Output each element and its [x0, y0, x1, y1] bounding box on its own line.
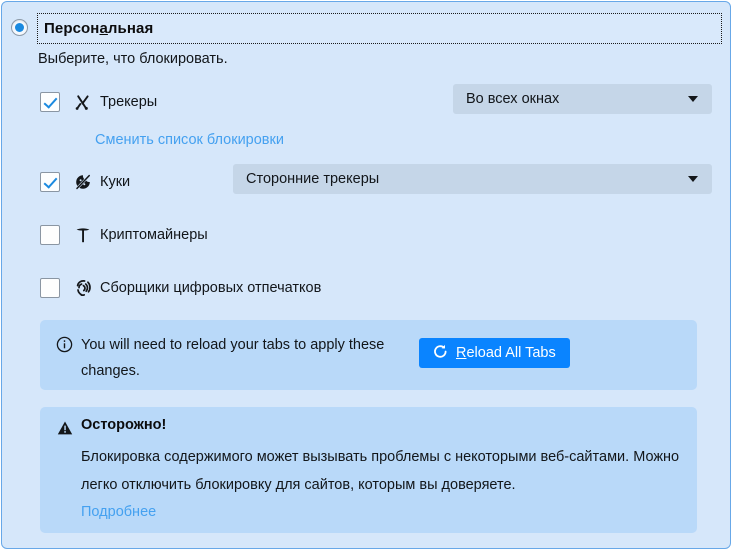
title-accesskey: а — [99, 20, 108, 37]
fingerprint-icon — [70, 278, 96, 298]
chevron-down-icon — [688, 96, 698, 102]
info-circle-icon — [56, 336, 73, 353]
learn-more-link[interactable]: Подробнее — [81, 504, 156, 520]
option-label-fingerprinters: Сборщики цифровых отпечатков — [100, 280, 322, 296]
cookies-scope-dropdown[interactable]: Сторонние трекеры — [233, 164, 712, 194]
warning-triangle-icon — [57, 420, 73, 436]
warning-title: Осторожно! — [81, 417, 167, 433]
cookies-scope-value: Сторонние трекеры — [246, 171, 380, 187]
reload-icon — [432, 343, 449, 364]
option-row-trackers[interactable]: Трекеры — [40, 90, 157, 114]
chevron-down-icon — [688, 176, 698, 182]
warning-box: Осторожно! Блокировка содержимого может … — [40, 407, 697, 533]
radio-dot — [15, 23, 24, 32]
reload-notice-text: You will need to reload your tabs to app… — [81, 337, 385, 379]
panel-subtitle: Выберите, что блокировать. — [38, 51, 228, 67]
reload-all-tabs-label: Reload All Tabs — [456, 345, 556, 361]
cookie-blocked-icon — [70, 172, 96, 192]
pickaxe-icon — [70, 225, 96, 245]
mode-title-focus-box[interactable]: Персональная — [37, 13, 722, 44]
warning-body: Блокировка содержимого может вызывать пр… — [81, 449, 680, 493]
checkbox-cryptominers[interactable] — [40, 225, 60, 245]
option-label-trackers: Трекеры — [100, 94, 158, 110]
checkbox-trackers[interactable] — [40, 92, 60, 112]
trackers-scope-dropdown[interactable]: Во всех окнах — [453, 84, 712, 114]
mode-header-row: Персональная — [2, 2, 730, 46]
option-label-cryptominers: Криптомайнеры — [100, 227, 208, 243]
page-title: Персональная — [44, 20, 154, 37]
trackers-scope-value: Во всех окнах — [466, 91, 560, 107]
option-row-cryptominers[interactable]: Криптомайнеры — [40, 223, 208, 247]
option-row-cookies[interactable]: Куки — [40, 170, 130, 194]
tracker-blocked-icon — [70, 92, 96, 112]
content-blocking-panel: Персональная Выберите, что блокировать. … — [1, 1, 731, 549]
reload-all-tabs-button[interactable]: Reload All Tabs — [419, 338, 570, 368]
option-row-fingerprinters[interactable]: Сборщики цифровых отпечатков — [40, 276, 321, 300]
change-block-list-link[interactable]: Сменить список блокировки — [95, 132, 284, 148]
checkbox-fingerprinters[interactable] — [40, 278, 60, 298]
reload-accesskey: R — [456, 345, 467, 361]
reload-label-rest: eload All Tabs — [466, 345, 556, 361]
reload-notice-box: You will need to reload your tabs to app… — [40, 320, 697, 390]
checkbox-cookies[interactable] — [40, 172, 60, 192]
option-label-cookies: Куки — [100, 174, 131, 190]
mode-radio-personal[interactable] — [11, 19, 28, 36]
